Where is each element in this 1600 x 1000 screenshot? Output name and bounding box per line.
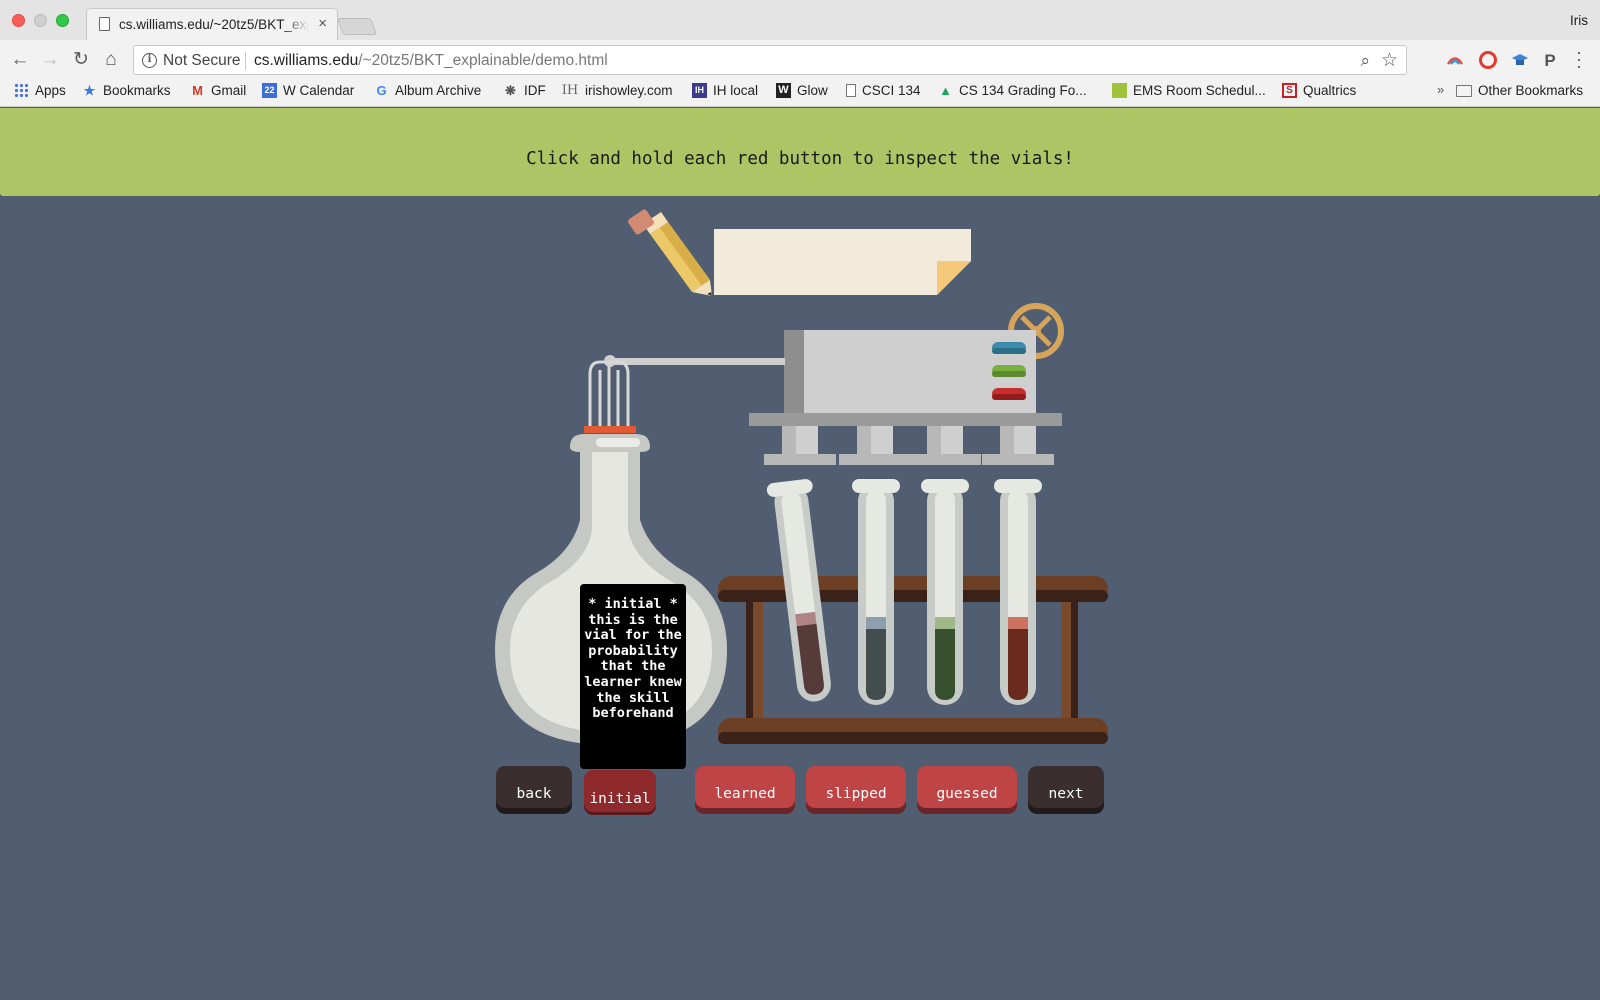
initial-button[interactable]: initial: [584, 770, 656, 812]
machine: [604, 303, 1064, 465]
test-tube-rack: [718, 576, 1108, 744]
learned-button[interactable]: learned: [695, 766, 795, 808]
vial-tooltip: * initial * this is the vial for the pro…: [580, 584, 686, 769]
guessed-button[interactable]: guessed: [917, 766, 1017, 808]
learned-button-label: learned: [714, 785, 776, 802]
back-button-label: back: [516, 785, 552, 802]
initial-button-label: initial: [589, 790, 651, 807]
test-tube-guessed: [921, 479, 969, 705]
note-paper: [714, 229, 971, 295]
lab-illustration: [495, 209, 1108, 745]
pencil-icon: [628, 209, 712, 296]
slipped-button-label: slipped: [825, 785, 887, 802]
guessed-button-label: guessed: [936, 785, 998, 802]
back-button[interactable]: back: [496, 766, 572, 808]
next-button[interactable]: next: [1028, 766, 1104, 808]
test-tube-slipped: [852, 479, 900, 705]
test-tube-initial: [994, 479, 1042, 705]
slipped-button[interactable]: slipped: [806, 766, 906, 808]
next-button-label: next: [1048, 785, 1084, 802]
